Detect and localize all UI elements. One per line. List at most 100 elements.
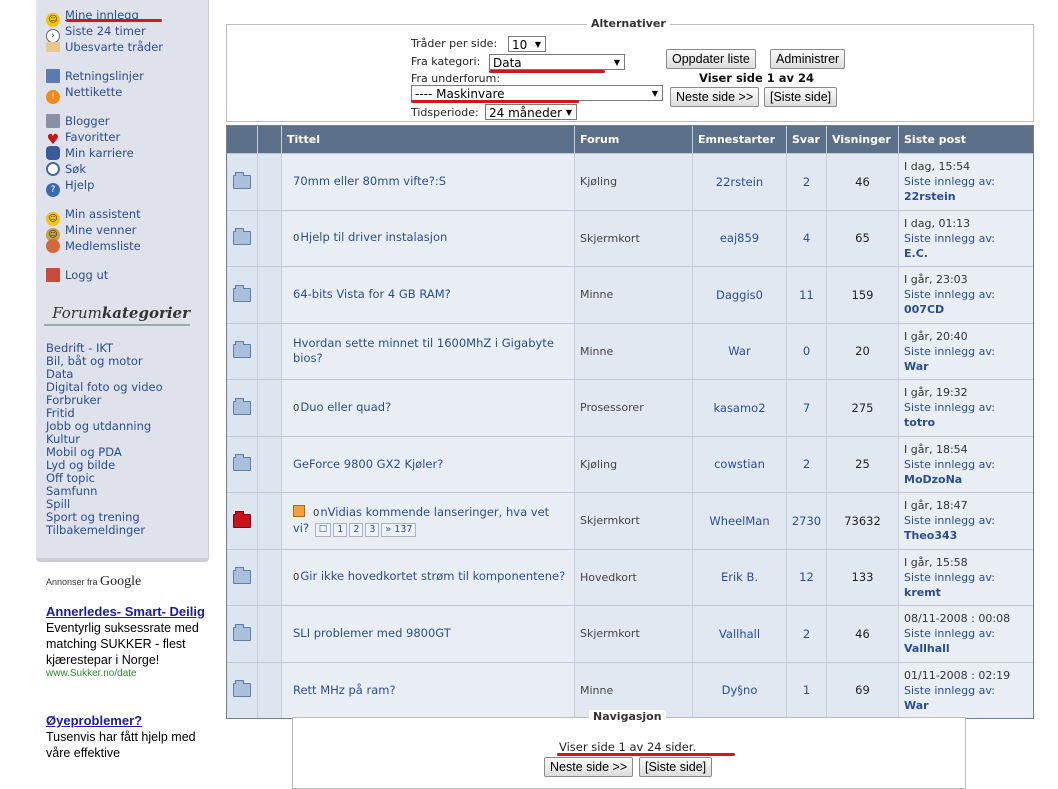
thread-replies[interactable]: 2	[787, 154, 827, 210]
thread-prefix: 0	[313, 507, 320, 519]
last-post-date: I dag, 15:54	[904, 160, 971, 174]
thread-starter[interactable]: 22rstein	[693, 154, 787, 210]
sidebar-item-hjelp[interactable]: ? Hjelp	[46, 177, 94, 197]
thread-starter[interactable]: Daggis0	[693, 267, 787, 323]
header-forum[interactable]: Forum	[575, 126, 693, 153]
thread-status-cell	[227, 323, 258, 379]
period-select[interactable]: 24 måneder ▼	[485, 104, 577, 120]
last-post-user[interactable]: Theo343	[904, 528, 995, 543]
header-last-post[interactable]: Siste post	[899, 126, 1033, 153]
thread-replies[interactable]: 1	[787, 662, 827, 718]
category-link[interactable]: Tilbakemeldinger	[46, 524, 145, 537]
thread-forum: Kjøling	[575, 436, 693, 492]
thread-title[interactable]: 0Gir ikke hovedkortet strøm til komponen…	[282, 569, 573, 585]
thread-starter[interactable]: Vallhall	[693, 606, 787, 662]
sidebar-item-retningslinjer[interactable]: Retningslinjer	[46, 68, 144, 84]
table-row: 0nVidias kommende lanseringer, hva vet v…	[227, 492, 1033, 549]
thread-last-post: 01/11-2008 : 02:19 Siste innlegg av: War	[899, 662, 1033, 718]
next-page-button[interactable]: Neste side >>	[670, 87, 760, 107]
sidebar-item-mine-venner[interactable]: ☺ Mine venner	[46, 222, 136, 242]
last-post-date: I går, 23:03	[904, 273, 968, 287]
thread-prefix-cell	[258, 267, 282, 323]
update-list-button[interactable]: Oppdater liste	[666, 49, 756, 69]
category-select[interactable]: Data ▼	[489, 54, 625, 70]
sidebar-item-blogger[interactable]: Blogger	[46, 113, 110, 129]
thread-views: 65	[827, 210, 899, 266]
last-post-user[interactable]: MoDzoNa	[904, 472, 995, 487]
page-link[interactable]: 2	[349, 522, 364, 537]
subforum-select[interactable]: ---- Maskinvare ▼	[411, 85, 663, 101]
thread-title[interactable]: 64-bits Vista for 4 GB RAM?	[282, 287, 459, 302]
thread-starter[interactable]: eaj859	[693, 210, 787, 266]
thread-starter[interactable]: Erik B.	[693, 549, 787, 605]
sidebar-item-nettikette[interactable]: ! Nettikette	[46, 84, 122, 104]
nav-last-page-button[interactable]: [Siste side]	[639, 757, 713, 777]
header-replies[interactable]: Svar	[787, 126, 827, 153]
page-link[interactable]: 3	[365, 522, 380, 537]
header-views[interactable]: Visninger	[827, 126, 899, 153]
thread-title[interactable]: SLI problemer med 9800GT	[282, 626, 459, 641]
thread-replies[interactable]: 12	[787, 549, 827, 605]
page-link[interactable]: » 137	[381, 522, 417, 537]
thread-title[interactable]: Rett MHz på ram?	[282, 683, 404, 698]
thread-starter[interactable]: kasamo2	[693, 380, 787, 436]
sidebar: ☺ Mine innlegg › Siste 24 timer Ubesvarte …	[0, 0, 228, 776]
thread-title-text: GeForce 9800 GX2 Kjøler?	[293, 456, 444, 471]
thread-replies[interactable]: 4	[787, 210, 827, 266]
sidebar-item-min-karriere[interactable]: Min karriere	[46, 145, 134, 161]
last-post-info: I går, 15:58 Siste innlegg av: kremt	[899, 555, 995, 600]
thread-replies[interactable]: 7	[787, 380, 827, 436]
sidebar-item-favoritter[interactable]: ♥ Favoritter	[46, 129, 120, 147]
thread-replies[interactable]: 2	[787, 606, 827, 662]
last-post-date: I går, 20:40	[904, 329, 968, 343]
thread-title[interactable]: 0Hjelp til driver instalasjon	[282, 230, 455, 246]
thread-title[interactable]: 0nVidias kommende lanseringer, hva vet v…	[282, 504, 574, 537]
last-page-button[interactable]: [Siste side]	[764, 87, 838, 107]
thread-views: 20	[827, 323, 899, 379]
sidebar-item-siste-24-timer[interactable]: › Siste 24 timer	[46, 23, 146, 43]
thread-starter[interactable]: cowstian	[693, 436, 787, 492]
thread-last-post: I dag, 15:54 Siste innlegg av: 22rstein	[899, 154, 1033, 210]
thread-title[interactable]: 70mm eller 80mm vifte?:S	[282, 174, 454, 189]
table-body: 70mm eller 80mm vifte?:S Kjøling 22rstein 2…	[227, 153, 1033, 718]
thread-title-cell: 64-bits Vista for 4 GB RAM?	[282, 267, 575, 323]
help-icon: ?	[46, 183, 60, 197]
thread-replies[interactable]: 2730	[787, 493, 827, 549]
header-title[interactable]: Tittel	[282, 126, 575, 153]
last-post-user[interactable]: War	[904, 359, 995, 374]
ad-url[interactable]: www.Sukker.no/date	[46, 668, 216, 679]
thread-replies[interactable]: 2	[787, 436, 827, 492]
last-post-user[interactable]: kremt	[904, 585, 995, 600]
thread-prefix-cell	[258, 493, 282, 549]
administrer-button[interactable]: Administrer	[770, 49, 846, 69]
last-post-user[interactable]: War	[904, 698, 1010, 713]
page-link[interactable]: 1	[333, 522, 348, 537]
sidebar-item-ubesvarte[interactable]: Ubesvarte tråder	[46, 39, 163, 55]
thread-starter[interactable]: WheelMan	[693, 493, 787, 549]
thread-title[interactable]: Hvordan sette minnet til 1600MhZ i Gigab…	[282, 336, 574, 366]
thread-views: 275	[827, 380, 899, 436]
category-heading: Forumkategorier	[44, 304, 190, 326]
sidebar-item-min-assistent[interactable]: ☺ Min assistent	[46, 206, 141, 226]
threads-per-page-select[interactable]: 10 ▼	[508, 36, 546, 52]
last-post-user[interactable]: 22rstein	[904, 189, 995, 204]
last-post-user[interactable]: Vallhall	[904, 641, 1010, 656]
sidebar-item-sok[interactable]: Søk	[46, 161, 86, 177]
ad-title[interactable]: Øyeproblemer?	[46, 713, 216, 729]
nav-next-page-button[interactable]: Neste side >>	[544, 757, 634, 777]
last-post-user[interactable]: 007CD	[904, 302, 995, 317]
thread-title[interactable]: GeForce 9800 GX2 Kjøler?	[282, 457, 451, 472]
last-post-user[interactable]: totro	[904, 415, 995, 430]
thread-title[interactable]: 0Duo eller quad?	[282, 400, 399, 416]
thread-starter[interactable]: Dy§no	[693, 662, 787, 718]
ad-title[interactable]: Annerledes- Smart- Deilig	[46, 604, 216, 620]
header-starter[interactable]: Emnestarter	[693, 126, 787, 153]
thread-replies[interactable]: 11	[787, 267, 827, 323]
thread-starter[interactable]: War	[693, 323, 787, 379]
sidebar-item-logg-ut[interactable]: Logg ut	[46, 267, 108, 283]
last-post-user[interactable]: E.C.	[904, 246, 995, 261]
thread-prefix-cell	[258, 549, 282, 605]
thread-replies[interactable]: 0	[787, 323, 827, 379]
thread-title-cell: Rett MHz på ram?	[282, 662, 575, 718]
sidebar-item-medlemsliste[interactable]: Medlemsliste	[46, 238, 141, 254]
